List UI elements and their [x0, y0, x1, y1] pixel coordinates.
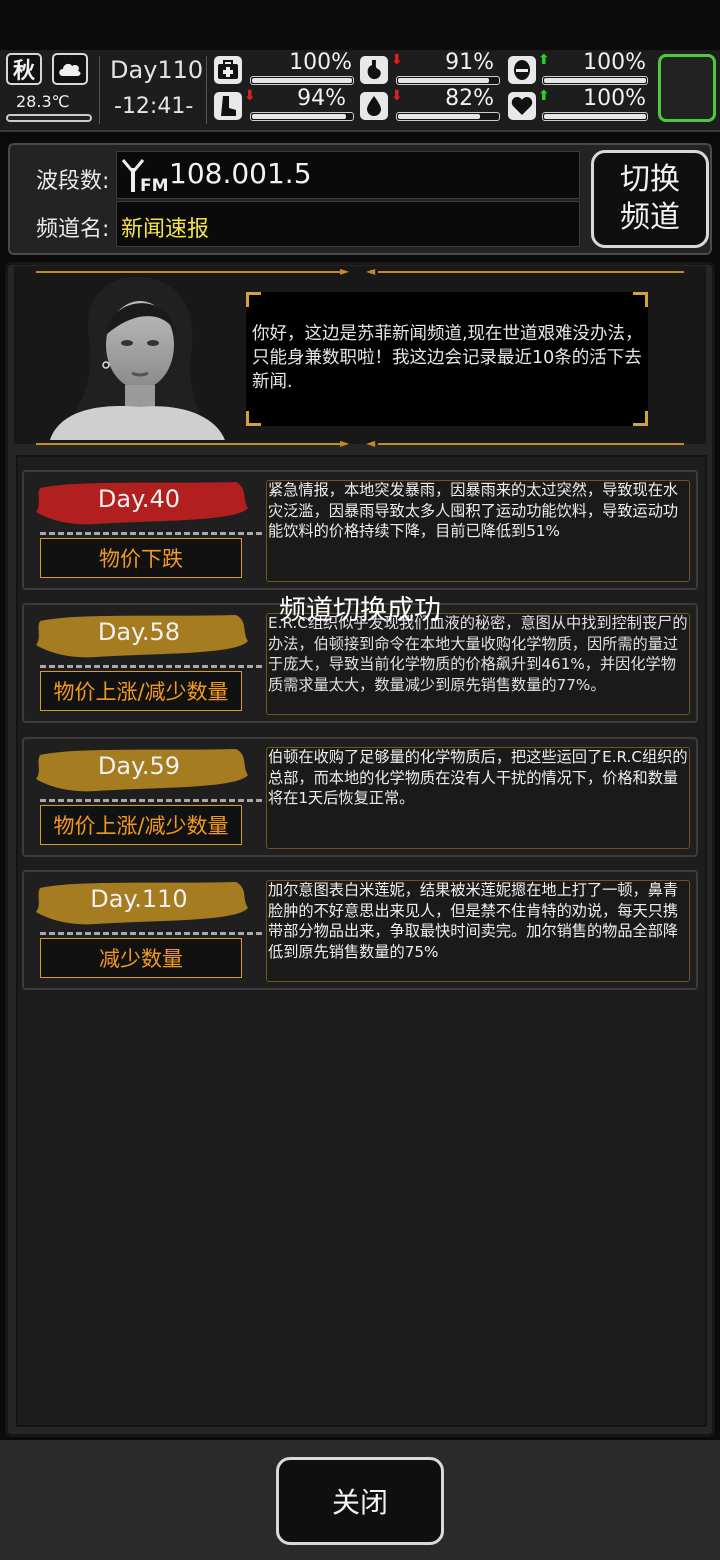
mood-bar-fill [544, 114, 646, 119]
divider [99, 56, 100, 124]
day-counter: Day110 [110, 56, 204, 84]
switch-channel-label-line2: 频道 [620, 200, 680, 235]
host-speech-text: 你好，这边是苏菲新闻频道,现在世道艰难没办法，只能身兼数职啦！我这边会记录最近1… [252, 324, 643, 392]
news-day: Day.59 [97, 752, 181, 780]
season-label: 秋 [12, 59, 35, 84]
news-card: Day.110 减少数量 加尔意图表白米莲妮，结果被米莲妮摁在地上打了一顿，鼻青… [22, 870, 698, 990]
antenna-fm-icon: FM [121, 159, 167, 194]
ornament-arrow: ► [340, 264, 350, 278]
weather-badge [52, 53, 88, 85]
hunger-bar-fill [398, 78, 489, 83]
leg-bar-fill [252, 114, 346, 119]
news-text: 伯顿在收购了足够量的化学物质后，把这些运回了E.R.C组织的总部，而本地的化学物… [268, 748, 688, 807]
ornament-line [378, 443, 684, 445]
news-tag: 物价上涨/减少数量 [40, 671, 242, 711]
stamina-bar [542, 76, 648, 85]
thirst-bar-fill [398, 114, 480, 119]
thirst-value: 82% [445, 86, 494, 111]
ornament-arrow: ◄ [366, 436, 376, 450]
news-text: 紧急情报，本地突发暴雨，因暴雨来的太过突然，导致现在水灾泛滥，因暴雨导致太多人囤… [268, 481, 679, 540]
health-value: 100% [289, 50, 352, 75]
bracket-corner [633, 411, 648, 426]
leg-value: 94% [297, 86, 346, 111]
switch-channel-label-line1: 切换 [620, 162, 680, 197]
svg-text:FM: FM [140, 176, 167, 194]
dash-divider [40, 932, 262, 935]
menu-button[interactable] [658, 54, 716, 122]
close-button[interactable]: 关闭 [276, 1457, 444, 1545]
channel-field: 新闻速报 [116, 201, 580, 247]
mood-value: 100% [583, 86, 646, 111]
clock: -12:41- [114, 94, 194, 119]
ornament-line [36, 271, 346, 273]
temperature-label: 28.3℃ [16, 92, 70, 111]
ornament-arrow: ► [340, 436, 350, 450]
news-tag: 物价上涨/减少数量 [40, 805, 242, 845]
hunger-bar [396, 76, 500, 85]
heart-icon [508, 92, 536, 120]
mask-icon [508, 56, 536, 84]
news-card: Day.40 物价下跌 紧急情报，本地突发暴雨，因暴雨来的太过突然，导致现在水灾… [22, 470, 698, 590]
dash-divider [40, 665, 262, 668]
news-tag: 减少数量 [40, 938, 242, 978]
cloud-icon [59, 63, 81, 76]
health-bar [250, 76, 354, 85]
status-bar: 秋 28.3℃ Day110 -12:41- 100% ⬇ 91% ⬆ 100%… [0, 50, 720, 132]
news-day: Day.40 [97, 485, 181, 513]
mood-bar [542, 112, 648, 121]
band-label: 波段数: [36, 169, 110, 194]
water-drop-icon [360, 92, 388, 120]
news-text: 加尔意图表白米莲妮，结果被米莲妮摁在地上打了一顿，鼻青脸肿的不好意思出来见人，但… [268, 881, 679, 961]
host-portrait [50, 276, 225, 440]
medkit-icon [214, 56, 242, 84]
close-label: 关闭 [331, 1486, 388, 1519]
thirst-bar [396, 112, 500, 121]
ornament-line [378, 271, 684, 273]
channel-label: 频道名: [36, 217, 110, 242]
ornament-arrow: ◄ [366, 264, 376, 278]
season-badge: 秋 [6, 53, 42, 85]
news-tag: 物价下跌 [40, 538, 242, 578]
dash-divider [40, 799, 262, 802]
temperature-bar [6, 114, 92, 122]
frequency-field: FM 108.001.5 [116, 151, 580, 199]
hunger-value: 91% [445, 50, 494, 75]
bracket-corner [633, 292, 648, 307]
stomach-icon [360, 56, 388, 84]
stamina-value: 100% [583, 50, 646, 75]
bracket-corner [246, 411, 261, 426]
divider [206, 56, 207, 124]
news-card: Day.59 物价上涨/减少数量 伯顿在收购了足够量的化学物质后，把这些运回了E… [22, 737, 698, 857]
bracket-corner [246, 292, 261, 307]
boot-icon [214, 92, 242, 120]
ornament-line [36, 443, 346, 445]
frequency-value: 108.001.5 [169, 157, 312, 190]
switch-channel-button[interactable]: 切换 频道 [591, 150, 709, 248]
channel-name: 新闻速报 [121, 217, 210, 242]
toast-message: 频道切换成功 [279, 595, 441, 626]
news-day: Day.110 [90, 885, 188, 913]
news-day: Day.58 [97, 618, 181, 646]
stamina-bar-fill [544, 78, 646, 83]
health-bar-fill [252, 78, 352, 83]
leg-bar [250, 112, 354, 121]
dash-divider [40, 532, 262, 535]
